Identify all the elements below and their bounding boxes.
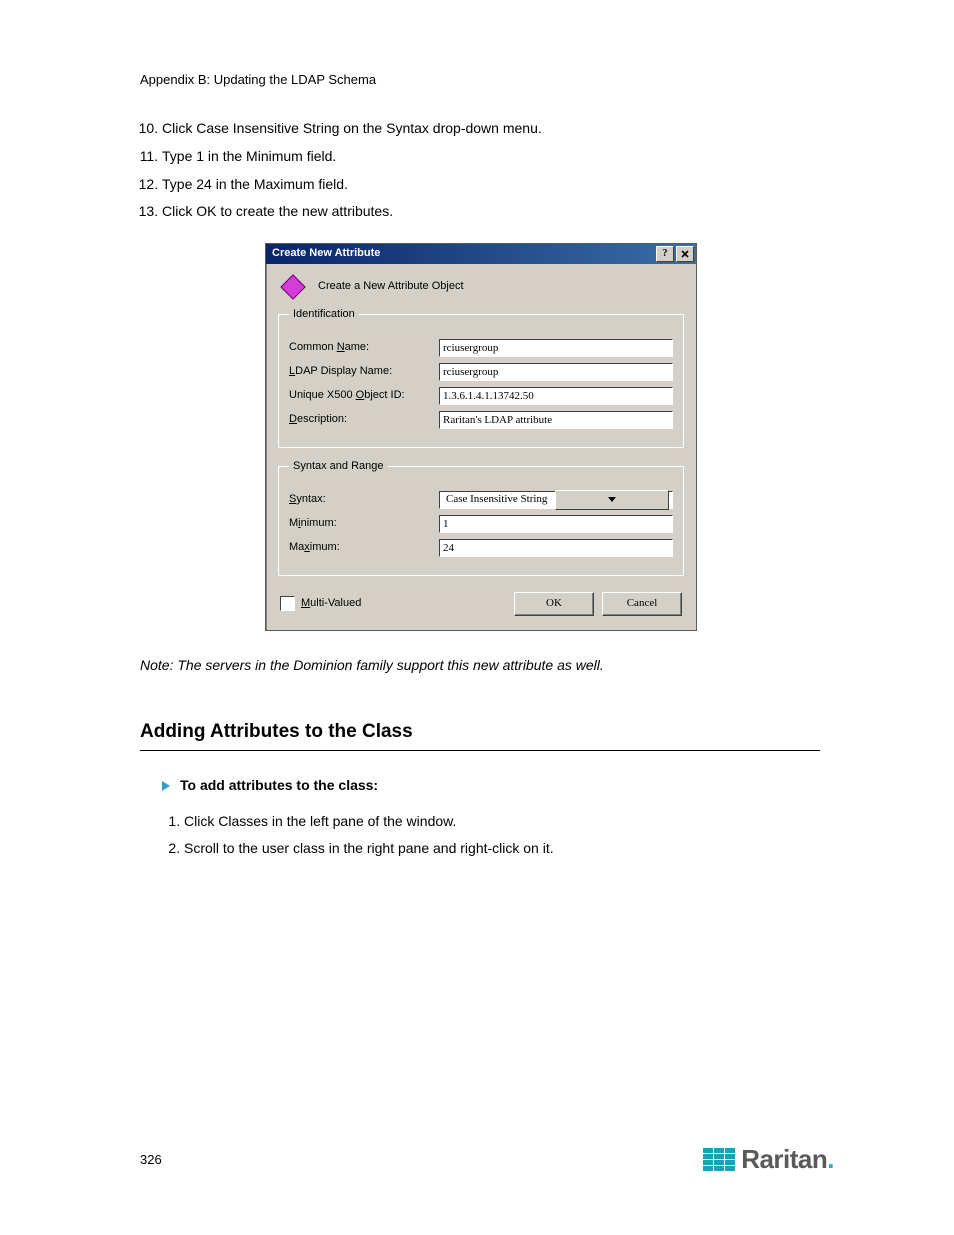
list-item: Click Case Insensitive String on the Syn… <box>162 118 820 140</box>
list-item: Click Classes in the left pane of the wi… <box>184 811 820 833</box>
syntax-legend: Syntax and Range <box>289 458 388 475</box>
section-divider <box>140 750 820 751</box>
dropdown-button[interactable] <box>555 490 669 510</box>
note-text: Note: The servers in the Dominion family… <box>140 655 820 677</box>
minimum-input[interactable] <box>439 515 673 533</box>
minimum-label: Minimum: <box>289 515 439 532</box>
syntax-value: Case Insensitive String <box>443 490 555 509</box>
identification-group: Identification Common Name: LDAP Display… <box>278 306 684 448</box>
section-title: Adding Attributes to the Class <box>140 717 820 746</box>
list-item: Click OK to create the new attributes. <box>162 201 820 223</box>
help-button[interactable]: ? <box>656 246 674 262</box>
page-number: 326 <box>140 1152 162 1167</box>
syntax-dropdown[interactable]: Case Insensitive String <box>439 491 673 509</box>
chapter-header: Appendix B: Updating the LDAP Schema <box>140 70 820 90</box>
dialog-create-new-attribute: Create New Attribute ? Create a New Attr… <box>265 243 697 631</box>
description-input[interactable] <box>439 411 673 429</box>
intro-step-list: Click Case Insensitive String on the Syn… <box>140 118 820 223</box>
close-icon <box>681 250 689 258</box>
list-item: Type 24 in the Maximum field. <box>162 174 820 196</box>
dialog-title: Create New Attribute <box>272 245 380 262</box>
list-item: Scroll to the user class in the right pa… <box>184 838 820 860</box>
common-name-input[interactable] <box>439 339 673 357</box>
multi-valued-label: Multi-Valued <box>301 595 361 612</box>
common-name-label: Common Name: <box>289 339 439 356</box>
maximum-label: Maximum: <box>289 539 439 556</box>
dialog-titlebar[interactable]: Create New Attribute ? <box>266 244 696 264</box>
logo-mark-icon <box>703 1148 735 1171</box>
chevron-down-icon <box>608 497 616 503</box>
identification-legend: Identification <box>289 306 359 323</box>
multi-valued-checkbox[interactable]: Multi-Valued <box>280 595 361 612</box>
oid-input[interactable] <box>439 387 673 405</box>
close-button[interactable] <box>676 246 694 262</box>
logo-text: Raritan. <box>741 1144 834 1175</box>
cancel-button[interactable]: Cancel <box>602 592 682 616</box>
class-step-list: Click Classes in the left pane of the wi… <box>162 811 820 860</box>
triangle-bullet-icon <box>162 781 170 791</box>
description-label: Description: <box>289 411 439 428</box>
maximum-input[interactable] <box>439 539 673 557</box>
checkbox-icon <box>280 596 295 611</box>
procedure-heading-text: To add attributes to the class: <box>180 775 378 797</box>
procedure-heading: To add attributes to the class: <box>162 775 820 797</box>
ok-button[interactable]: OK <box>514 592 594 616</box>
ldap-display-input[interactable] <box>439 363 673 381</box>
list-item: Type 1 in the Minimum field. <box>162 146 820 168</box>
ldap-display-label: LDAP Display Name: <box>289 363 439 380</box>
raritan-logo: Raritan. <box>703 1144 834 1175</box>
syntax-label: Syntax: <box>289 491 439 508</box>
attribute-icon <box>284 278 302 296</box>
dialog-subtitle: Create a New Attribute Object <box>318 278 464 295</box>
syntax-range-group: Syntax and Range Syntax: Case Insensitiv… <box>278 458 684 576</box>
oid-label: Unique X500 Object ID: <box>289 387 439 404</box>
